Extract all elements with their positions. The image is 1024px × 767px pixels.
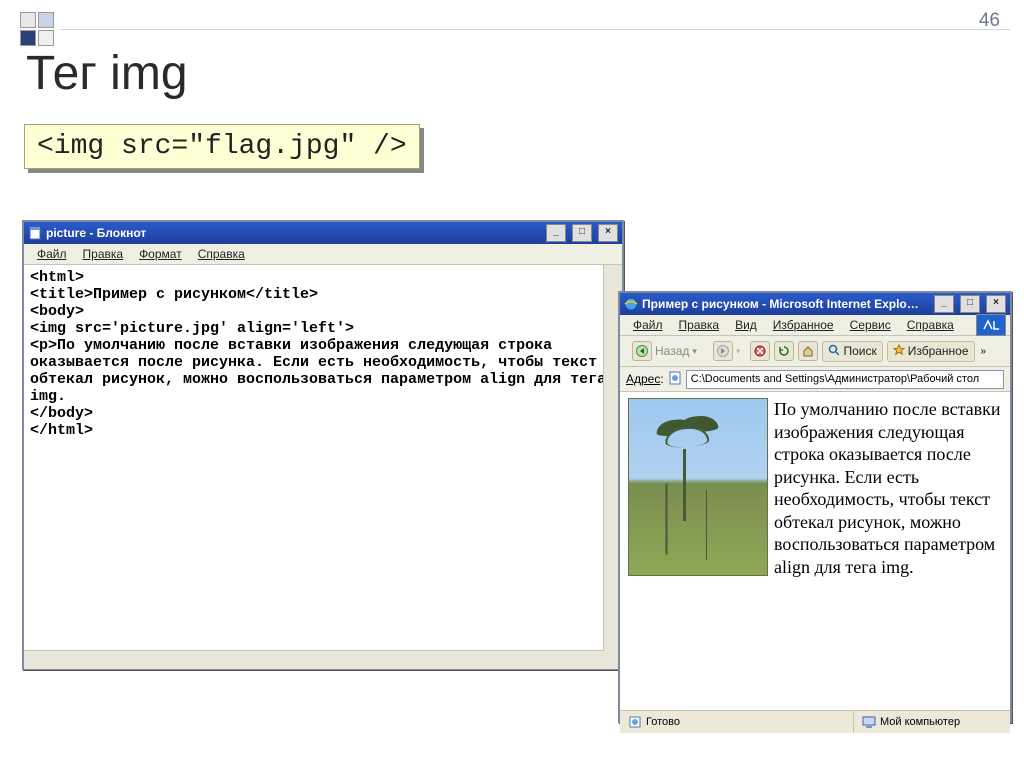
- ie-app-icon: [624, 297, 638, 311]
- minimize-button[interactable]: _: [934, 295, 954, 313]
- back-label: Назад: [655, 344, 689, 358]
- status-zone-label: Мой компьютер: [880, 716, 960, 728]
- page-number: 46: [979, 10, 1000, 32]
- search-button[interactable]: Поиск: [822, 341, 882, 362]
- ie-viewport: По умолчанию после вставки изображения с…: [620, 392, 1010, 710]
- address-label: Адрес:: [626, 372, 664, 386]
- rendered-image: [628, 398, 768, 576]
- menu-edit[interactable]: Правка: [76, 246, 131, 262]
- stop-icon[interactable]: [750, 341, 770, 361]
- address-input[interactable]: [686, 370, 1004, 389]
- notepad-icon: [28, 226, 42, 240]
- slide-title: Тег img: [26, 46, 188, 101]
- notepad-content[interactable]: <html> <title>Пример с рисунком</title> …: [24, 265, 622, 443]
- ie-window: Пример с рисунком - Microsoft Internet E…: [618, 291, 1012, 723]
- back-button[interactable]: Назад ▾: [626, 338, 703, 364]
- favorites-button[interactable]: Избранное: [887, 341, 975, 362]
- status-ready-label: Готово: [646, 716, 680, 728]
- refresh-icon[interactable]: [774, 341, 794, 361]
- menu-view[interactable]: Вид: [728, 317, 764, 333]
- status-ready: Готово: [620, 711, 853, 733]
- notepad-title: picture - Блокнот: [46, 226, 146, 240]
- computer-icon: [862, 715, 876, 729]
- menu-edit[interactable]: Правка: [672, 317, 727, 333]
- star-icon: [893, 344, 905, 359]
- notepad-body: <html> <title>Пример с рисунком</title> …: [24, 265, 622, 669]
- menu-help[interactable]: Справка: [900, 317, 961, 333]
- maximize-button[interactable]: □: [960, 295, 980, 313]
- page-icon: [668, 371, 682, 388]
- close-button[interactable]: ×: [598, 224, 618, 242]
- code-example: <img src="flag.jpg" />: [24, 124, 420, 169]
- menu-format[interactable]: Формат: [132, 246, 189, 262]
- chevron-down-icon: ▾: [692, 346, 697, 357]
- menu-file[interactable]: Файл: [626, 317, 670, 333]
- ie-addressbar: Адрес:: [620, 367, 1010, 392]
- menu-file[interactable]: Файл: [30, 246, 74, 262]
- maximize-button[interactable]: □: [572, 224, 592, 242]
- home-icon[interactable]: [798, 341, 818, 361]
- ie-title: Пример с рисунком - Microsoft Internet E…: [642, 297, 922, 311]
- notepad-titlebar[interactable]: picture - Блокнот _ □ ×: [24, 222, 622, 244]
- ie-statusbar: Готово Мой компьютер: [620, 710, 1010, 733]
- code-text: <img src="flag.jpg" />: [24, 124, 420, 169]
- menu-tools[interactable]: Сервис: [843, 317, 898, 333]
- ie-brand-icon: [976, 314, 1006, 336]
- search-icon: [828, 344, 840, 359]
- minimize-button[interactable]: _: [546, 224, 566, 242]
- slide-logo: [20, 12, 130, 48]
- chevron-down-icon: ▾: [736, 346, 741, 357]
- ie-titlebar[interactable]: Пример с рисунком - Microsoft Internet E…: [620, 293, 1010, 315]
- done-icon: [628, 715, 642, 729]
- menu-favorites[interactable]: Избранное: [766, 317, 841, 333]
- search-label: Поиск: [843, 344, 876, 358]
- toolbar-more-icon[interactable]: »: [981, 346, 987, 357]
- notepad-window: picture - Блокнот _ □ × Файл Правка Форм…: [22, 220, 624, 670]
- notepad-menubar: Файл Правка Формат Справка: [24, 244, 622, 265]
- menu-help[interactable]: Справка: [191, 246, 252, 262]
- status-zone: Мой компьютер: [853, 711, 1010, 733]
- back-icon: [632, 341, 652, 361]
- favorites-label: Избранное: [908, 344, 969, 358]
- ie-menubar: Файл Правка Вид Избранное Сервис Справка: [620, 315, 1010, 336]
- forward-icon: [713, 341, 733, 361]
- scrollbar-horizontal[interactable]: [24, 650, 604, 669]
- close-button[interactable]: ×: [986, 295, 1006, 313]
- ie-toolbar: Назад ▾ ▾ Поиск Избранное: [620, 336, 1010, 367]
- forward-button[interactable]: ▾: [707, 338, 747, 364]
- page-text: По умолчанию после вставки изображения с…: [774, 399, 1001, 577]
